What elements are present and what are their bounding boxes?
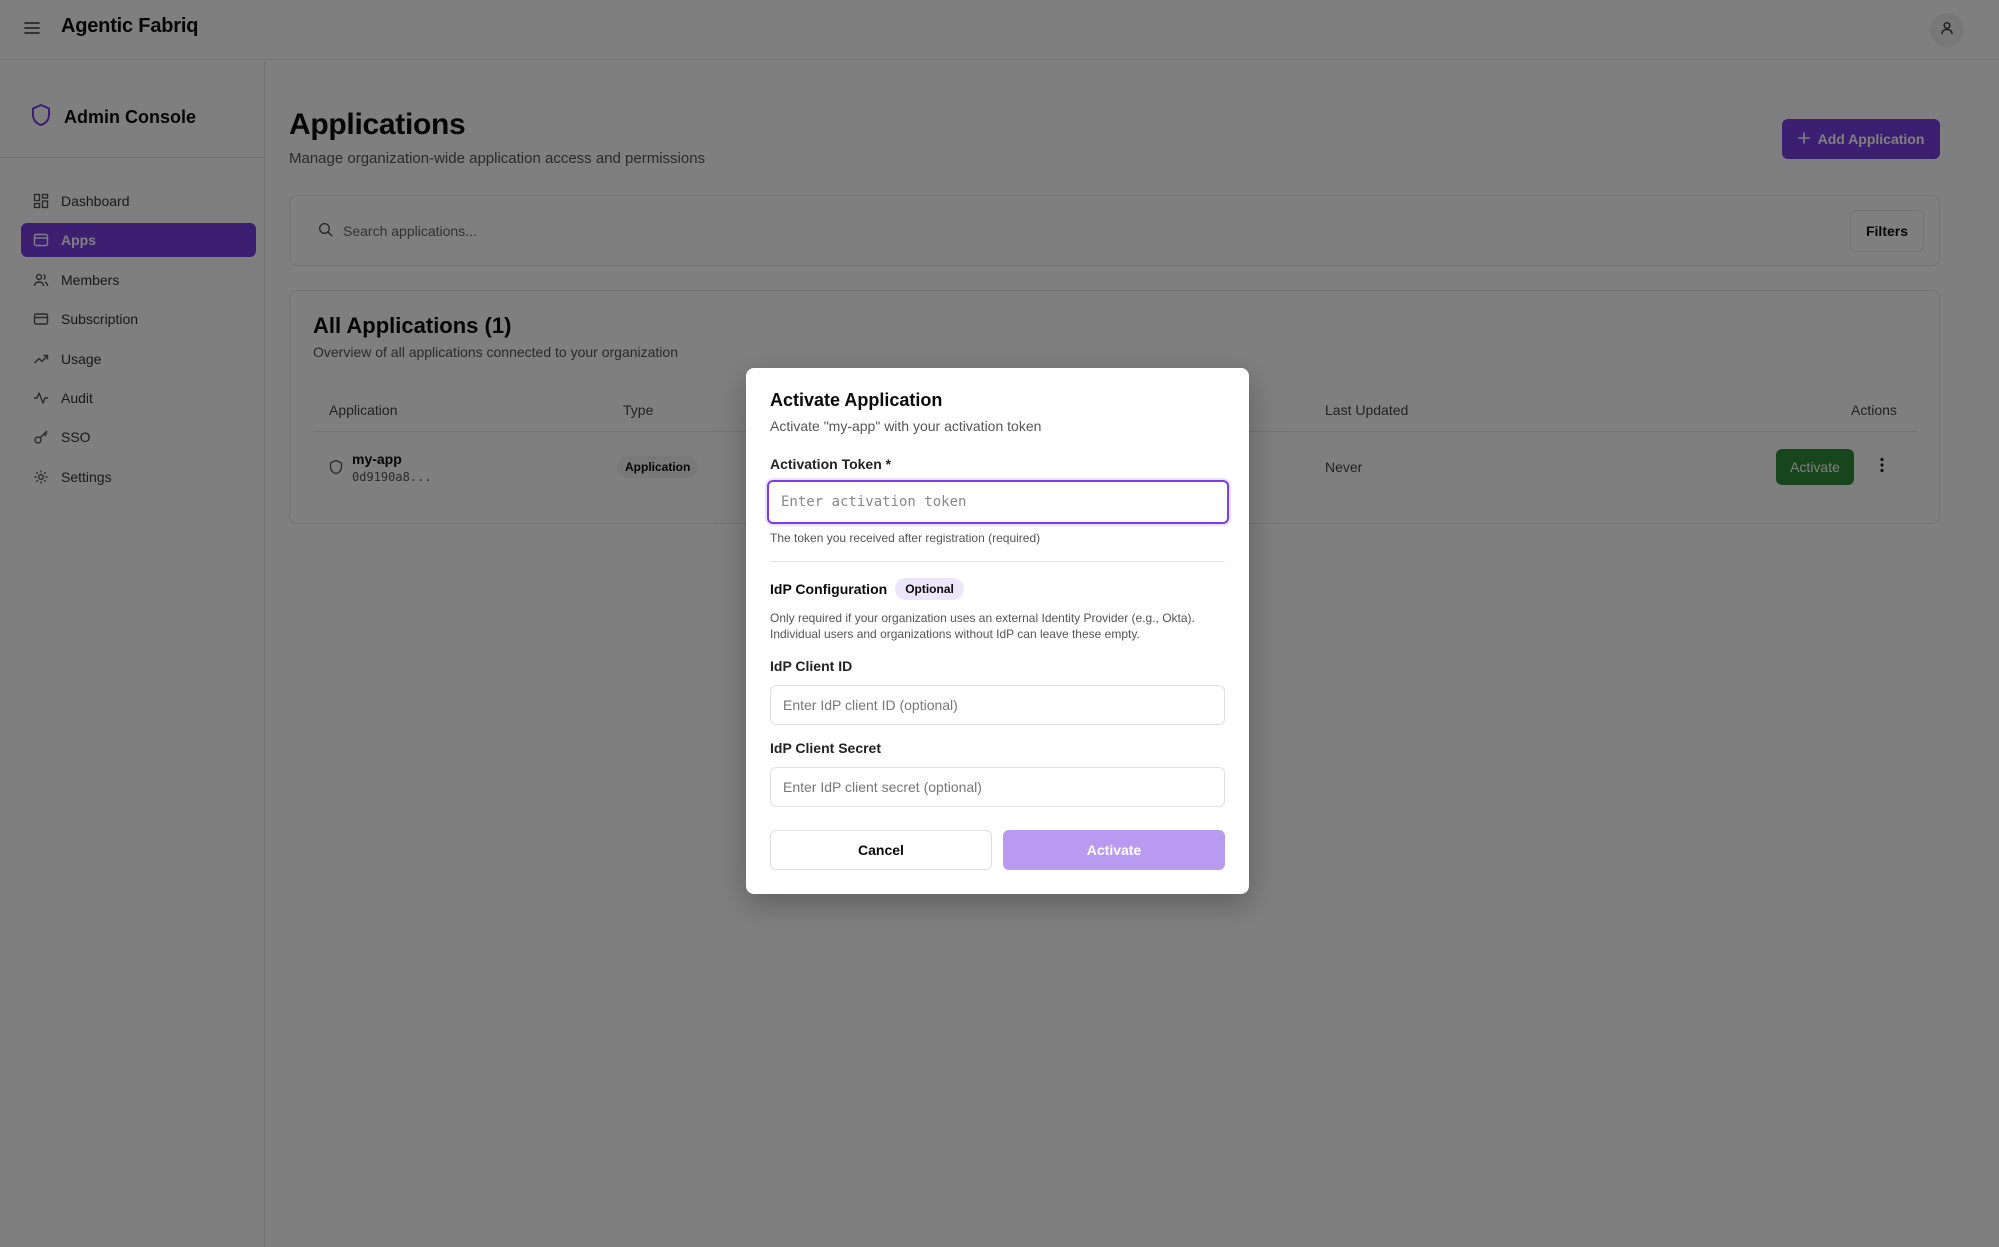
idp-description-line: Individual users and organizations witho… <box>770 627 1140 641</box>
idp-configuration-header: IdP Configuration Optional <box>770 578 964 600</box>
optional-badge: Optional <box>895 578 964 600</box>
idp-client-id-input[interactable] <box>770 685 1225 725</box>
cancel-button[interactable]: Cancel <box>770 830 992 870</box>
dialog-divider <box>770 561 1225 562</box>
activation-token-input[interactable] <box>767 480 1229 524</box>
activate-button[interactable]: Activate <box>1003 830 1225 870</box>
dialog-title: Activate Application <box>770 390 943 410</box>
activation-token-hint: The token you received after registratio… <box>770 531 1041 545</box>
dialog-description: Activate "my-app" with your activation t… <box>770 418 1042 434</box>
idp-configuration-title: IdP Configuration <box>770 581 888 597</box>
idp-client-secret-input[interactable] <box>770 767 1225 807</box>
idp-client-id-label: IdP Client ID <box>770 658 853 674</box>
idp-configuration-description: Only required if your organization uses … <box>770 610 1230 642</box>
activation-token-label: Activation Token * <box>770 456 892 472</box>
activate-application-dialog: Activate Application Activate "my-app" w… <box>746 368 1249 894</box>
idp-client-secret-label: IdP Client Secret <box>770 740 882 756</box>
idp-description-line: Only required if your organization uses … <box>770 611 1195 625</box>
